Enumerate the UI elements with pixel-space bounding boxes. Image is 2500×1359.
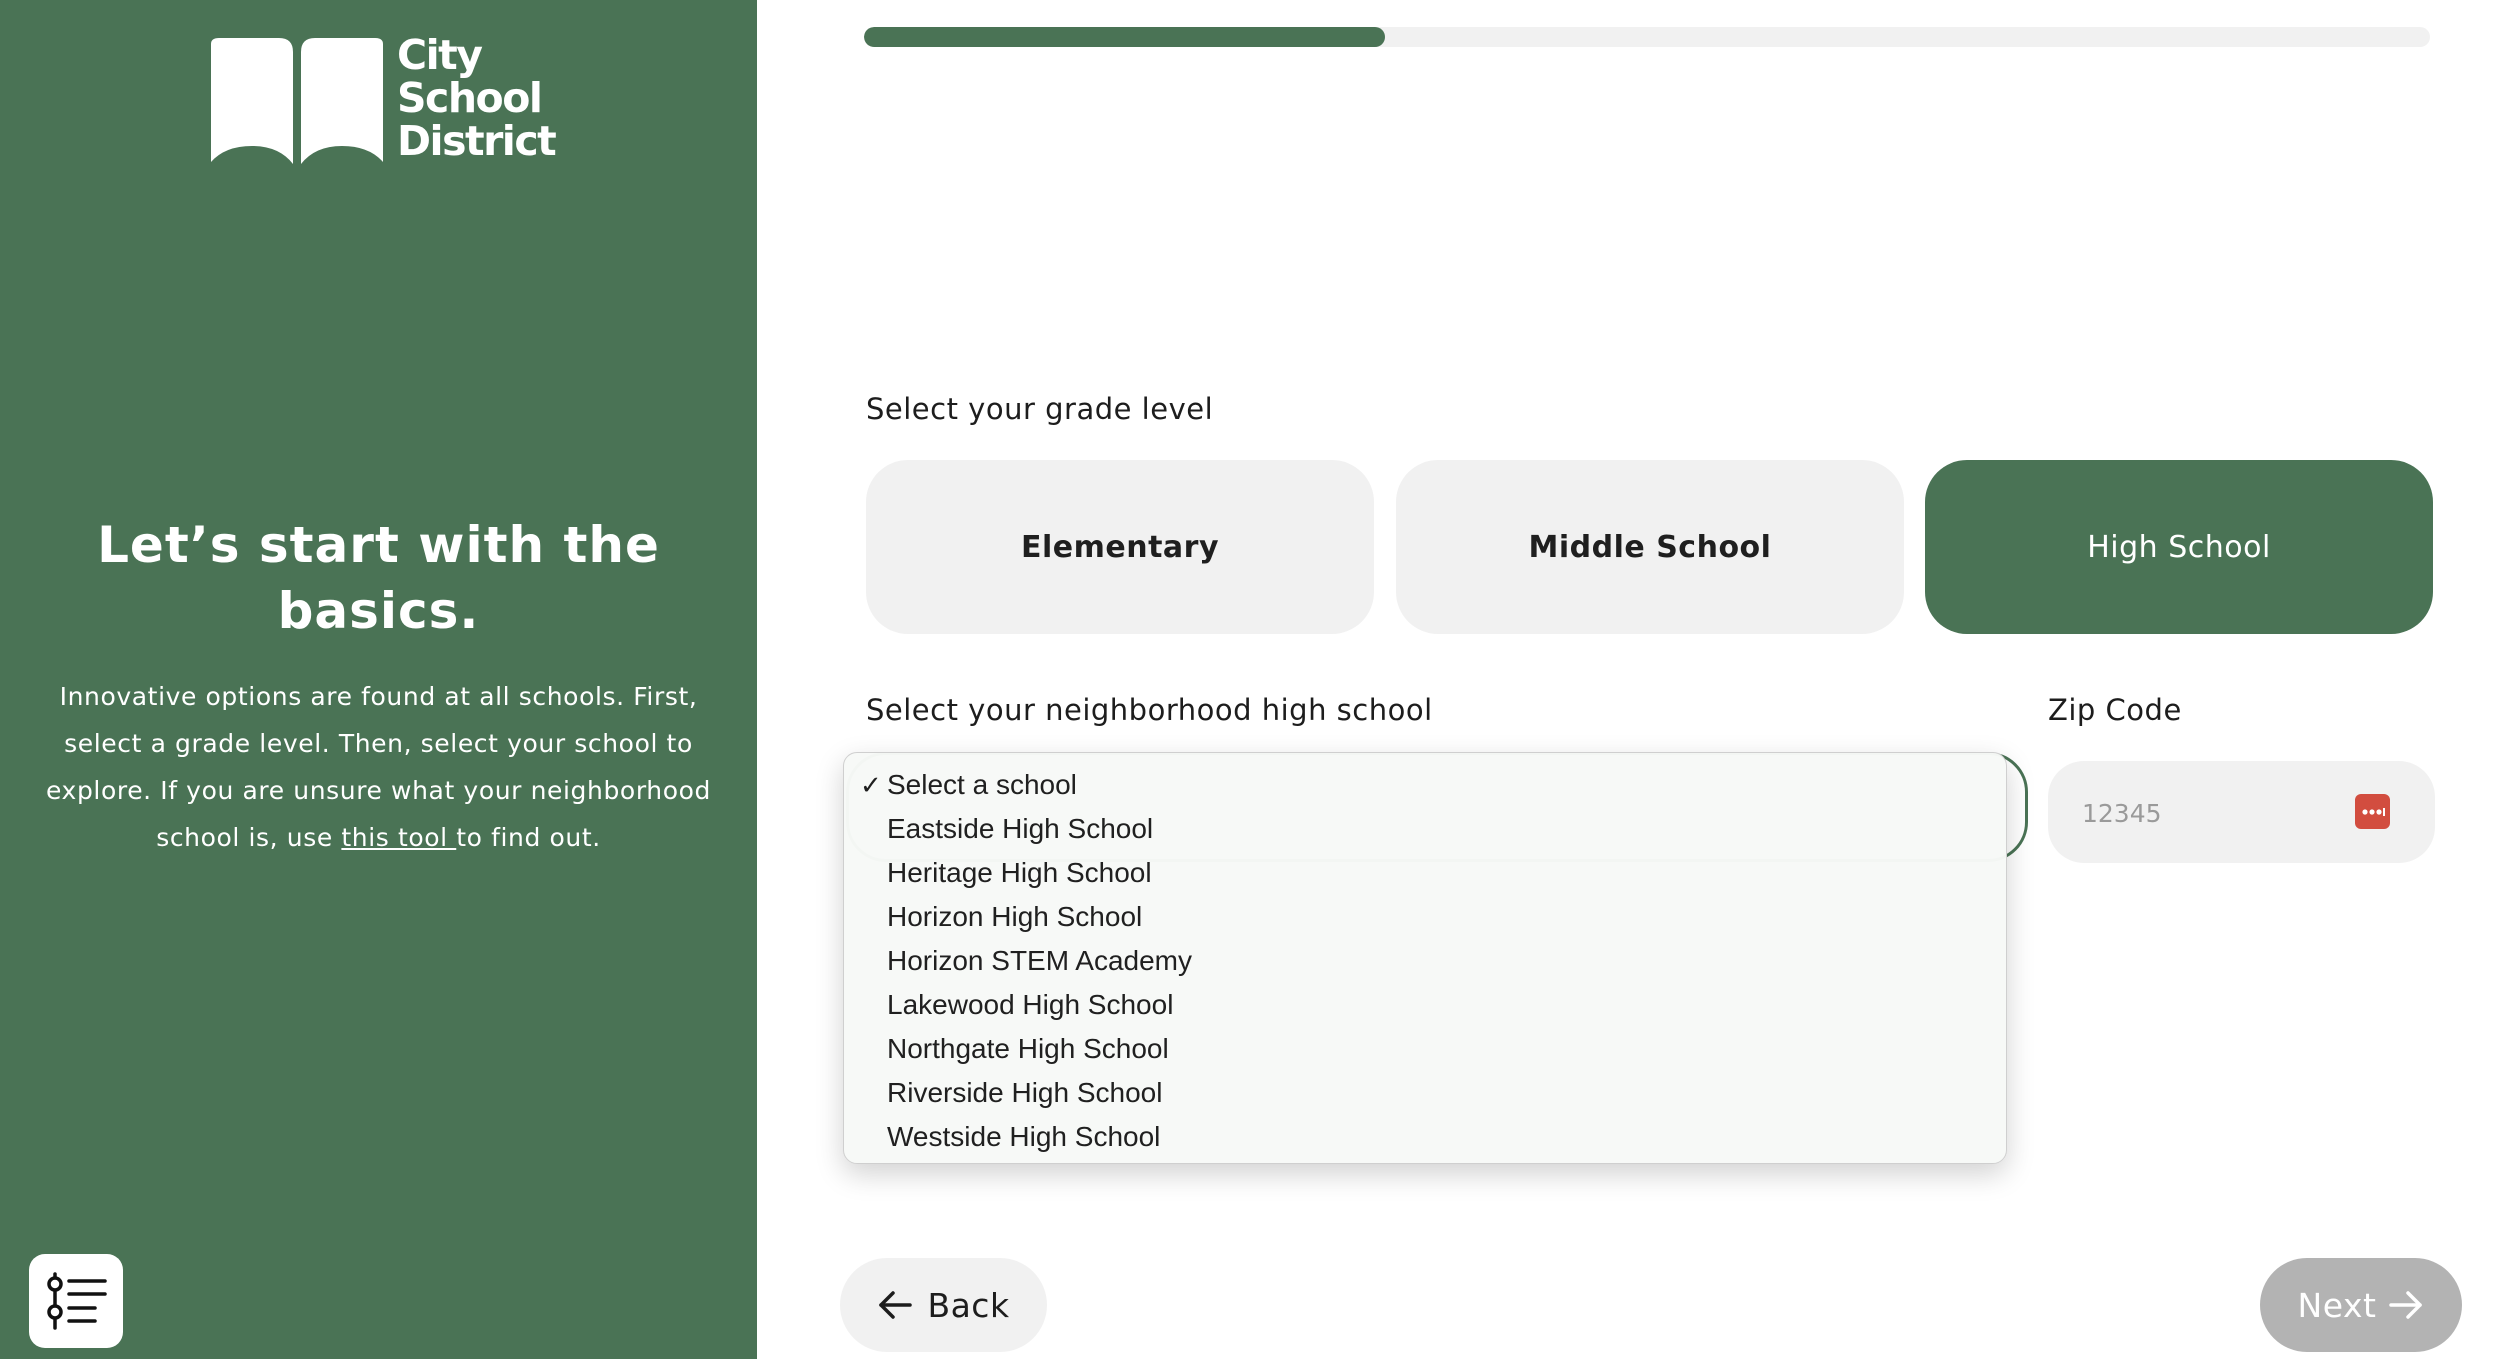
intro-text-end: to find out. bbox=[456, 823, 601, 852]
dropdown-option-label: Horizon High School bbox=[887, 901, 1143, 932]
school-dropdown-list[interactable]: ✓ Select a school Eastside High School H… bbox=[843, 752, 2007, 1164]
dropdown-option[interactable]: Riverside High School bbox=[844, 1071, 2006, 1115]
dropdown-option-label: Eastside High School bbox=[887, 813, 1154, 844]
arrow-right-icon bbox=[2389, 1291, 2423, 1319]
back-button[interactable]: Back bbox=[840, 1258, 1047, 1352]
progress-bar-fill bbox=[864, 27, 1386, 47]
checkmark-icon: ✓ bbox=[860, 770, 882, 800]
school-finder-link[interactable]: this tool bbox=[341, 823, 456, 852]
back-button-label: Back bbox=[927, 1285, 1010, 1325]
dropdown-option[interactable]: Horizon High School bbox=[844, 895, 2006, 939]
next-button-label: Next bbox=[2297, 1285, 2377, 1325]
dropdown-option-label: Horizon STEM Academy bbox=[887, 945, 1192, 976]
dropdown-option[interactable]: Eastside High School bbox=[844, 807, 2006, 851]
grade-level-label: Select your grade level bbox=[866, 392, 1214, 426]
next-button[interactable]: Next bbox=[2260, 1258, 2462, 1352]
dropdown-option-label: Westside High School bbox=[887, 1121, 1161, 1152]
grade-option-label: Elementary bbox=[1020, 529, 1220, 565]
dropdown-option-label: Heritage High School bbox=[887, 857, 1152, 888]
zip-code-label: Zip Code bbox=[2048, 693, 2182, 727]
dropdown-option[interactable]: Westside High School bbox=[844, 1115, 2006, 1159]
dropdown-option[interactable]: Lakewood High School bbox=[844, 983, 2006, 1027]
logo-line-3: District bbox=[397, 117, 557, 165]
dropdown-option-selected[interactable]: ✓ Select a school bbox=[844, 763, 2006, 807]
filter-list-button[interactable] bbox=[29, 1254, 123, 1348]
logo-line-2: School bbox=[397, 74, 543, 122]
filter-list-icon bbox=[47, 1272, 107, 1330]
grade-option-elementary[interactable]: Elementary bbox=[866, 460, 1374, 634]
dots-icon bbox=[2361, 807, 2385, 816]
grade-option-middle-school[interactable]: Middle School bbox=[1396, 460, 1904, 634]
dropdown-option[interactable]: Horizon STEM Academy bbox=[844, 939, 2006, 983]
dropdown-option[interactable]: Heritage High School bbox=[844, 851, 2006, 895]
dropdown-option-label: Riverside High School bbox=[887, 1077, 1163, 1108]
arrow-left-icon bbox=[879, 1291, 913, 1319]
page-headline: Let’s start with the basics. bbox=[97, 516, 660, 640]
grade-option-label: Middle School bbox=[1528, 529, 1772, 565]
intro-paragraph: Innovative options are found at all scho… bbox=[40, 673, 717, 861]
password-manager-icon[interactable] bbox=[2355, 794, 2390, 829]
logo-line-1: City bbox=[397, 31, 483, 79]
zip-code-input[interactable] bbox=[2080, 787, 2344, 839]
zip-code-field[interactable] bbox=[2048, 761, 2435, 863]
dropdown-option-label: Northgate High School bbox=[887, 1033, 1169, 1064]
dropdown-option[interactable]: Northgate High School bbox=[844, 1027, 2006, 1071]
school-select-label: Select your neighborhood high school bbox=[866, 693, 1433, 727]
grade-option-high-school[interactable]: High School bbox=[1925, 460, 2433, 634]
district-logo[interactable]: City School District bbox=[207, 31, 557, 169]
progress-bar bbox=[864, 27, 2430, 47]
dropdown-option-label: Select a school bbox=[887, 769, 1077, 800]
grade-option-label: High School bbox=[2087, 529, 2271, 565]
book-logo-icon bbox=[211, 38, 383, 164]
logo-text: City School District bbox=[397, 31, 557, 165]
intro-sidebar: City School District Let’s start with th… bbox=[0, 0, 757, 1359]
dropdown-option-label: Lakewood High School bbox=[887, 989, 1174, 1020]
